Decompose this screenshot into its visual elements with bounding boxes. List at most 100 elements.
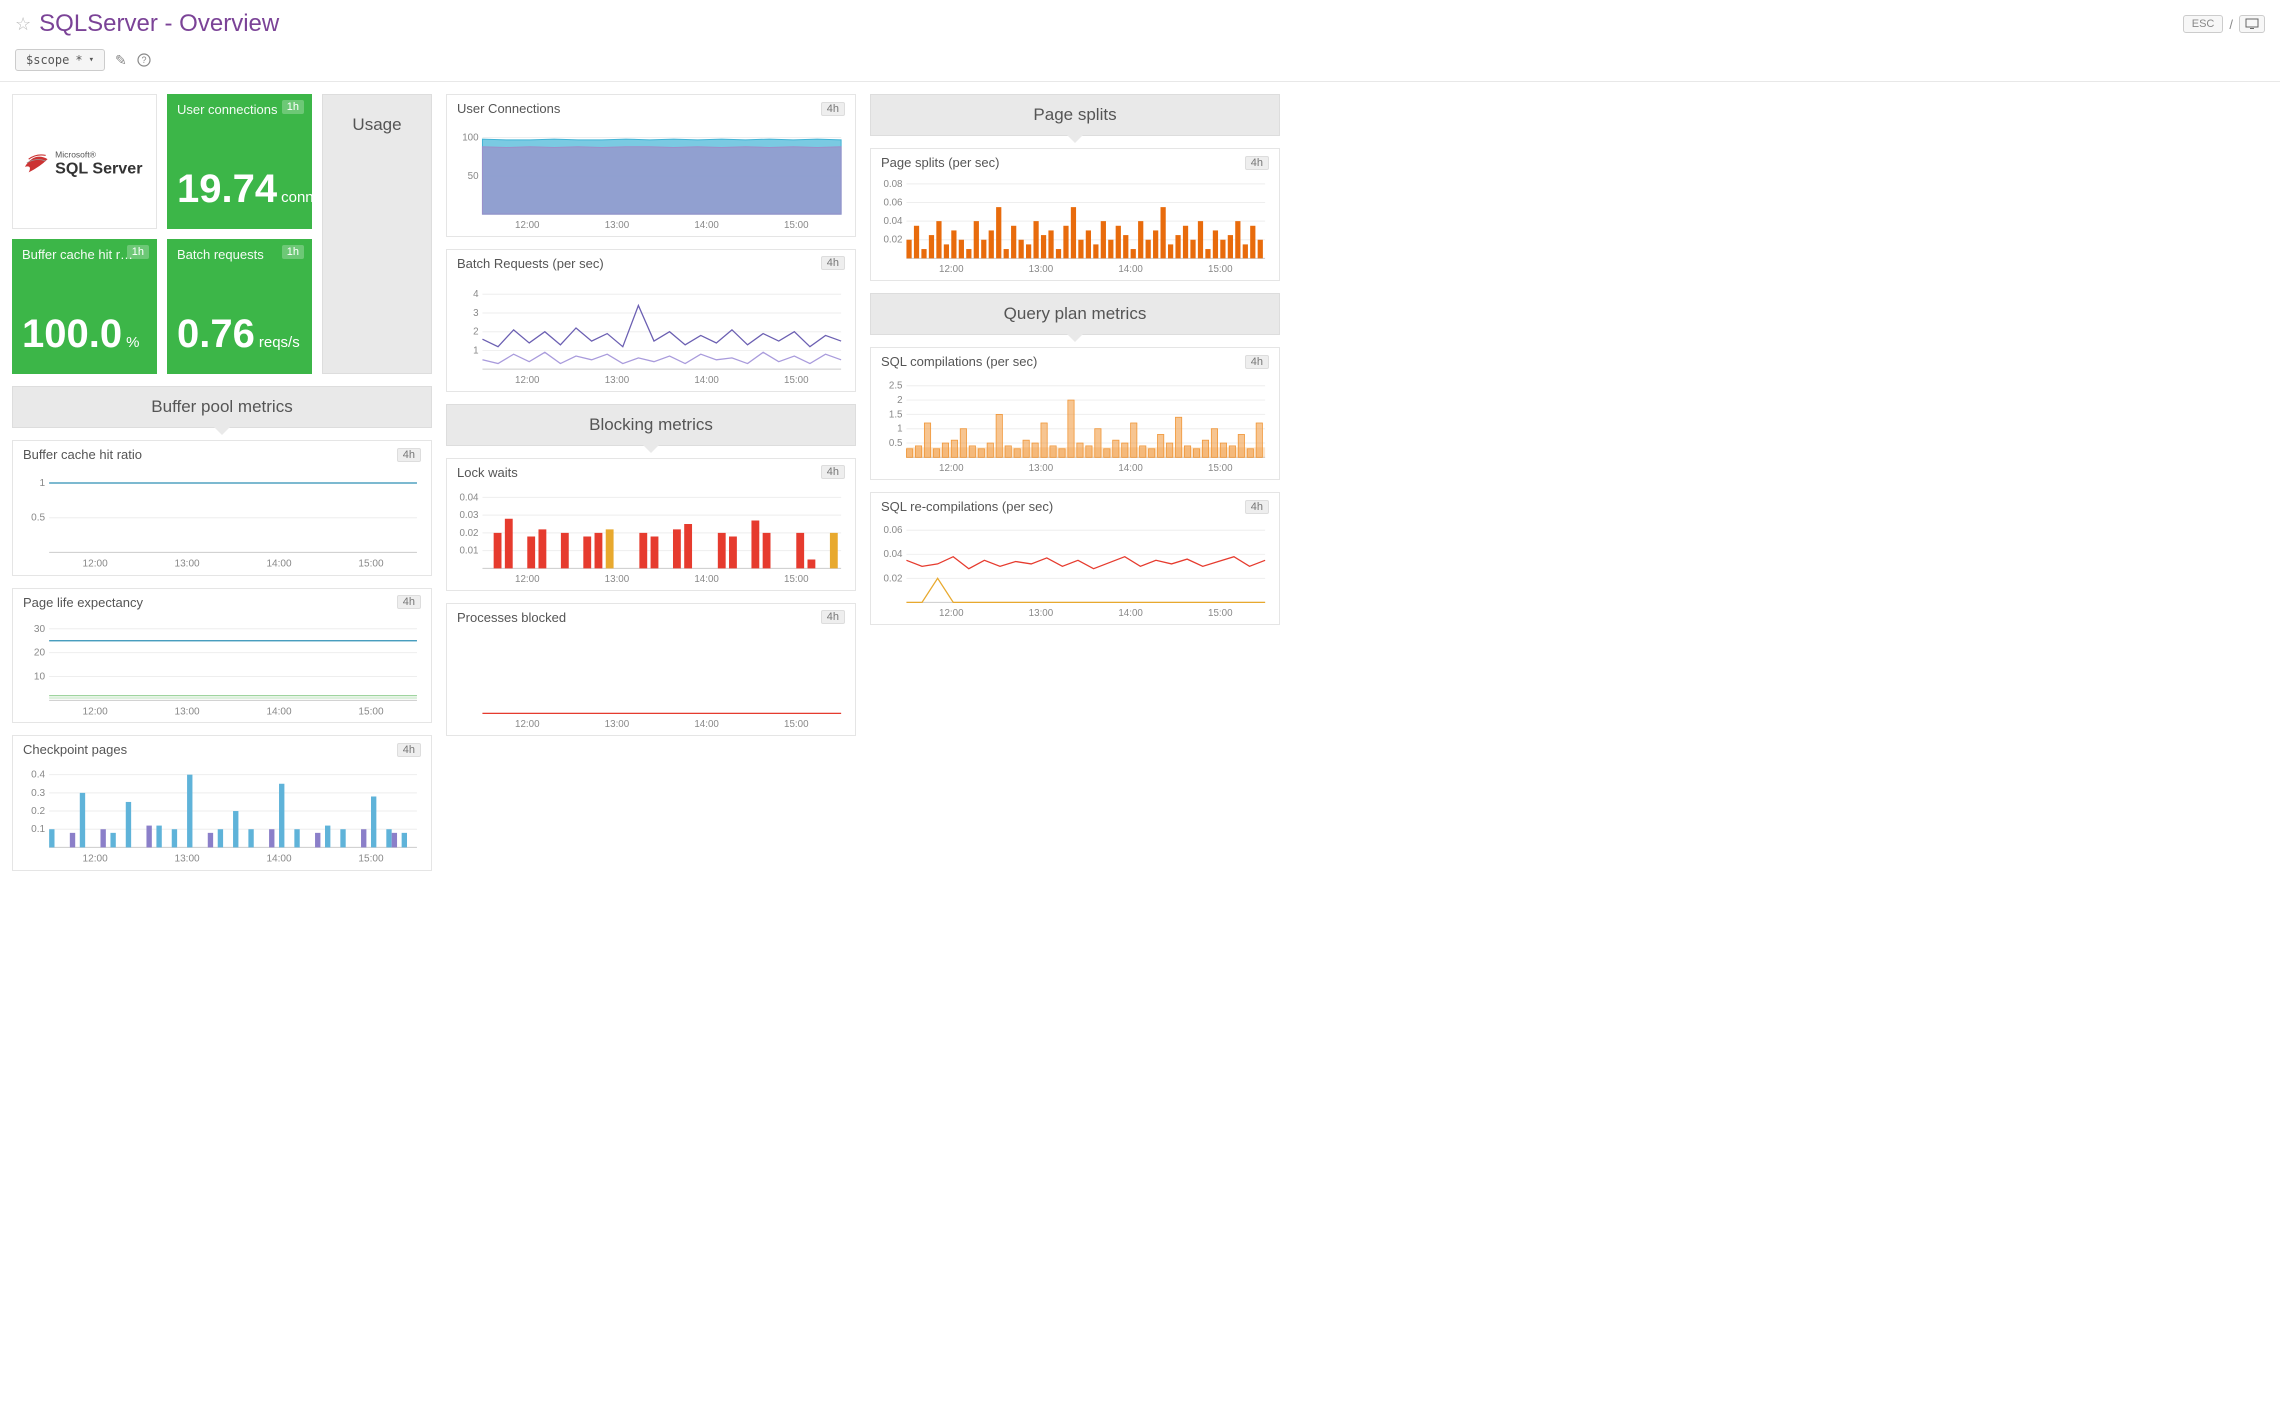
tile-value: 100.0 bbox=[22, 314, 122, 354]
panel-title: Lock waits bbox=[457, 465, 518, 480]
panel-title: SQL re-compilations (per sec) bbox=[881, 499, 1053, 514]
section-label: Query plan metrics bbox=[1004, 304, 1147, 323]
svg-text:14:00: 14:00 bbox=[266, 558, 292, 569]
tile-range-badge: 1h bbox=[127, 245, 149, 259]
logo-prefix: Microsoft® bbox=[55, 149, 96, 159]
panel-title: Page splits (per sec) bbox=[881, 155, 1000, 170]
panel-title: Batch Requests (per sec) bbox=[457, 256, 604, 271]
svg-text:15:00: 15:00 bbox=[784, 375, 809, 386]
range-badge: 4h bbox=[397, 595, 421, 609]
svg-text:0.06: 0.06 bbox=[883, 525, 903, 536]
svg-text:0.08: 0.08 bbox=[883, 179, 903, 190]
svg-text:12:00: 12:00 bbox=[939, 608, 964, 619]
panel-title: SQL compilations (per sec) bbox=[881, 354, 1037, 369]
section-label: Blocking metrics bbox=[589, 415, 713, 434]
svg-text:0.2: 0.2 bbox=[31, 806, 45, 817]
tile-batch-requests[interactable]: Batch requests 1h 0.76reqs/s bbox=[167, 239, 312, 374]
page-title: SQLServer - Overview bbox=[39, 10, 279, 38]
section-buffer-pool: Buffer pool metrics bbox=[12, 386, 432, 428]
svg-text:13:00: 13:00 bbox=[1029, 463, 1054, 474]
range-badge: 4h bbox=[821, 610, 845, 624]
help-icon[interactable]: ? bbox=[137, 53, 151, 67]
svg-text:30: 30 bbox=[34, 623, 46, 634]
svg-text:12:00: 12:00 bbox=[515, 375, 540, 386]
svg-text:12:00: 12:00 bbox=[83, 558, 109, 569]
tile-unit: % bbox=[126, 335, 139, 350]
svg-text:0.1: 0.1 bbox=[31, 824, 45, 835]
svg-text:12:00: 12:00 bbox=[939, 463, 964, 474]
logo-name: SQL Server bbox=[55, 159, 143, 177]
section-page-splits: Page splits bbox=[870, 94, 1280, 136]
svg-text:2: 2 bbox=[897, 395, 902, 406]
star-icon[interactable]: ☆ bbox=[15, 14, 31, 35]
svg-text:15:00: 15:00 bbox=[1208, 463, 1233, 474]
svg-text:2: 2 bbox=[473, 326, 478, 337]
range-badge: 4h bbox=[821, 465, 845, 479]
range-badge: 4h bbox=[821, 256, 845, 270]
panel-page-life-expectancy[interactable]: Page life expectancy 4h 10203012:0013:00… bbox=[12, 588, 432, 724]
svg-text:13:00: 13:00 bbox=[174, 558, 200, 569]
tile-user-connections[interactable]: User connections 1h 19.74conns bbox=[167, 94, 312, 229]
svg-text:13:00: 13:00 bbox=[174, 706, 200, 717]
esc-button[interactable]: ESC bbox=[2183, 15, 2224, 33]
svg-text:13:00: 13:00 bbox=[1029, 264, 1054, 275]
svg-text:1.5: 1.5 bbox=[889, 409, 903, 420]
panel-processes-blocked[interactable]: Processes blocked 4h 12:0013:0014:0015:0… bbox=[446, 603, 856, 736]
svg-text:0.06: 0.06 bbox=[883, 197, 903, 208]
svg-text:50: 50 bbox=[468, 171, 479, 182]
range-badge: 4h bbox=[1245, 355, 1269, 369]
tile-buffer-cache-hit[interactable]: Buffer cache hit r… 1h 100.0% bbox=[12, 239, 157, 374]
svg-text:12:00: 12:00 bbox=[83, 853, 109, 864]
svg-text:15:00: 15:00 bbox=[1208, 608, 1233, 619]
panel-checkpoint-pages[interactable]: Checkpoint pages 4h 0.10.20.30.412:0013:… bbox=[12, 735, 432, 871]
svg-text:15:00: 15:00 bbox=[358, 706, 384, 717]
svg-text:12:00: 12:00 bbox=[939, 264, 964, 275]
svg-text:15:00: 15:00 bbox=[784, 719, 809, 730]
panel-title: User Connections bbox=[457, 101, 560, 116]
svg-text:1: 1 bbox=[473, 345, 478, 356]
svg-text:12:00: 12:00 bbox=[515, 719, 540, 730]
section-query-plan: Query plan metrics bbox=[870, 293, 1280, 335]
panel-title: Processes blocked bbox=[457, 610, 566, 625]
panel-title: Buffer cache hit ratio bbox=[23, 447, 142, 462]
panel-sql-compilations[interactable]: SQL compilations (per sec) 4h 0.511.522.… bbox=[870, 347, 1280, 480]
svg-text:15:00: 15:00 bbox=[1208, 264, 1233, 275]
svg-text:14:00: 14:00 bbox=[694, 220, 719, 231]
scope-label: $scope bbox=[26, 53, 69, 67]
separator: / bbox=[2229, 17, 2233, 32]
svg-text:14:00: 14:00 bbox=[694, 719, 719, 730]
panel-user-connections[interactable]: User Connections 4h 5010012:0013:0014:00… bbox=[446, 94, 856, 237]
panel-title: Checkpoint pages bbox=[23, 742, 127, 757]
svg-text:0.3: 0.3 bbox=[31, 788, 45, 799]
svg-text:1: 1 bbox=[40, 478, 46, 489]
range-badge: 4h bbox=[1245, 500, 1269, 514]
svg-text:100: 100 bbox=[462, 132, 479, 143]
panel-buffer-cache-hit-ratio[interactable]: Buffer cache hit ratio 4h 0.5112:0013:00… bbox=[12, 440, 432, 576]
svg-text:3: 3 bbox=[473, 308, 479, 319]
svg-text:15:00: 15:00 bbox=[784, 574, 809, 585]
range-badge: 4h bbox=[1245, 156, 1269, 170]
svg-text:12:00: 12:00 bbox=[515, 574, 540, 585]
svg-text:0.02: 0.02 bbox=[883, 235, 902, 246]
svg-text:14:00: 14:00 bbox=[694, 574, 719, 585]
svg-text:14:00: 14:00 bbox=[1118, 463, 1143, 474]
svg-text:14:00: 14:00 bbox=[694, 375, 719, 386]
scope-value: * bbox=[75, 53, 82, 67]
panel-batch-requests[interactable]: Batch Requests (per sec) 4h 123412:0013:… bbox=[446, 249, 856, 392]
section-label: Usage bbox=[352, 115, 401, 135]
section-label: Page splits bbox=[1033, 105, 1116, 124]
panel-lock-waits[interactable]: Lock waits 4h 0.010.020.030.0412:0013:00… bbox=[446, 458, 856, 591]
svg-text:0.5: 0.5 bbox=[889, 438, 903, 449]
fullscreen-icon[interactable] bbox=[2239, 15, 2265, 33]
panel-sql-recompilations[interactable]: SQL re-compilations (per sec) 4h 0.020.0… bbox=[870, 492, 1280, 625]
scope-dropdown[interactable]: $scope * ▾ bbox=[15, 49, 105, 71]
svg-text:0.03: 0.03 bbox=[459, 510, 479, 521]
pencil-icon[interactable]: ✎ bbox=[115, 52, 127, 69]
svg-text:1: 1 bbox=[897, 424, 902, 435]
tile-unit: reqs/s bbox=[259, 335, 300, 350]
range-badge: 4h bbox=[821, 102, 845, 116]
svg-text:15:00: 15:00 bbox=[784, 220, 809, 231]
panel-page-splits[interactable]: Page splits (per sec) 4h 0.020.040.060.0… bbox=[870, 148, 1280, 281]
svg-text:14:00: 14:00 bbox=[1118, 608, 1143, 619]
svg-text:14:00: 14:00 bbox=[266, 706, 292, 717]
